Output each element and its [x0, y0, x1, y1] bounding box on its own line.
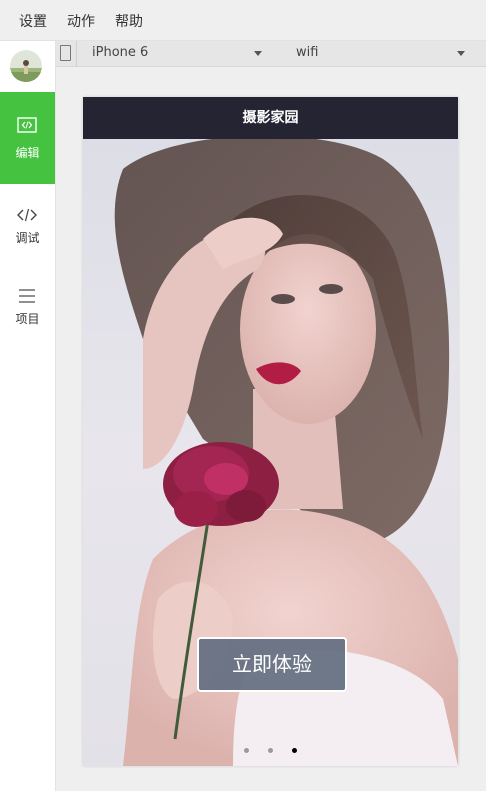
avatar[interactable] [10, 50, 42, 82]
menu-settings[interactable]: 设置 [19, 11, 47, 31]
menu-help[interactable]: 帮助 [115, 11, 143, 31]
sidebar-item-label: 编辑 [15, 146, 40, 160]
sidebar-item-project[interactable]: 项目 [0, 267, 55, 359]
chevron-down-icon[interactable] [254, 51, 262, 56]
device-toolbar: iPhone 6 wifi [56, 41, 486, 67]
pager-dot[interactable] [268, 748, 273, 753]
chevron-down-icon[interactable] [457, 51, 465, 56]
phone-preview: 摄影家园 立即体验 [83, 97, 458, 766]
experience-button[interactable]: 立即体验 [197, 637, 347, 692]
menubar: 设置 动作 帮助 [0, 0, 486, 41]
pager-dot-active[interactable] [292, 748, 297, 753]
divider [76, 41, 77, 66]
device-select[interactable]: iPhone 6 [92, 45, 148, 60]
code-box-icon [17, 117, 37, 133]
sidebar-item-debug[interactable]: 调试 [0, 186, 55, 278]
pager-dot[interactable] [244, 748, 249, 753]
code-icon [17, 208, 37, 222]
menu-icon [19, 289, 35, 303]
avatar-image [10, 50, 42, 82]
page-title: 摄影家园 [83, 97, 458, 139]
sidebar-item-label: 项目 [15, 312, 40, 326]
sidebar-item-edit[interactable]: 编辑 [0, 92, 55, 184]
sidebar-item-label: 调试 [15, 231, 40, 245]
network-select[interactable]: wifi [296, 45, 318, 60]
menu-actions[interactable]: 动作 [67, 11, 95, 31]
sidebar: 编辑 调试 项目 [0, 41, 56, 791]
phone-icon[interactable] [60, 45, 71, 61]
